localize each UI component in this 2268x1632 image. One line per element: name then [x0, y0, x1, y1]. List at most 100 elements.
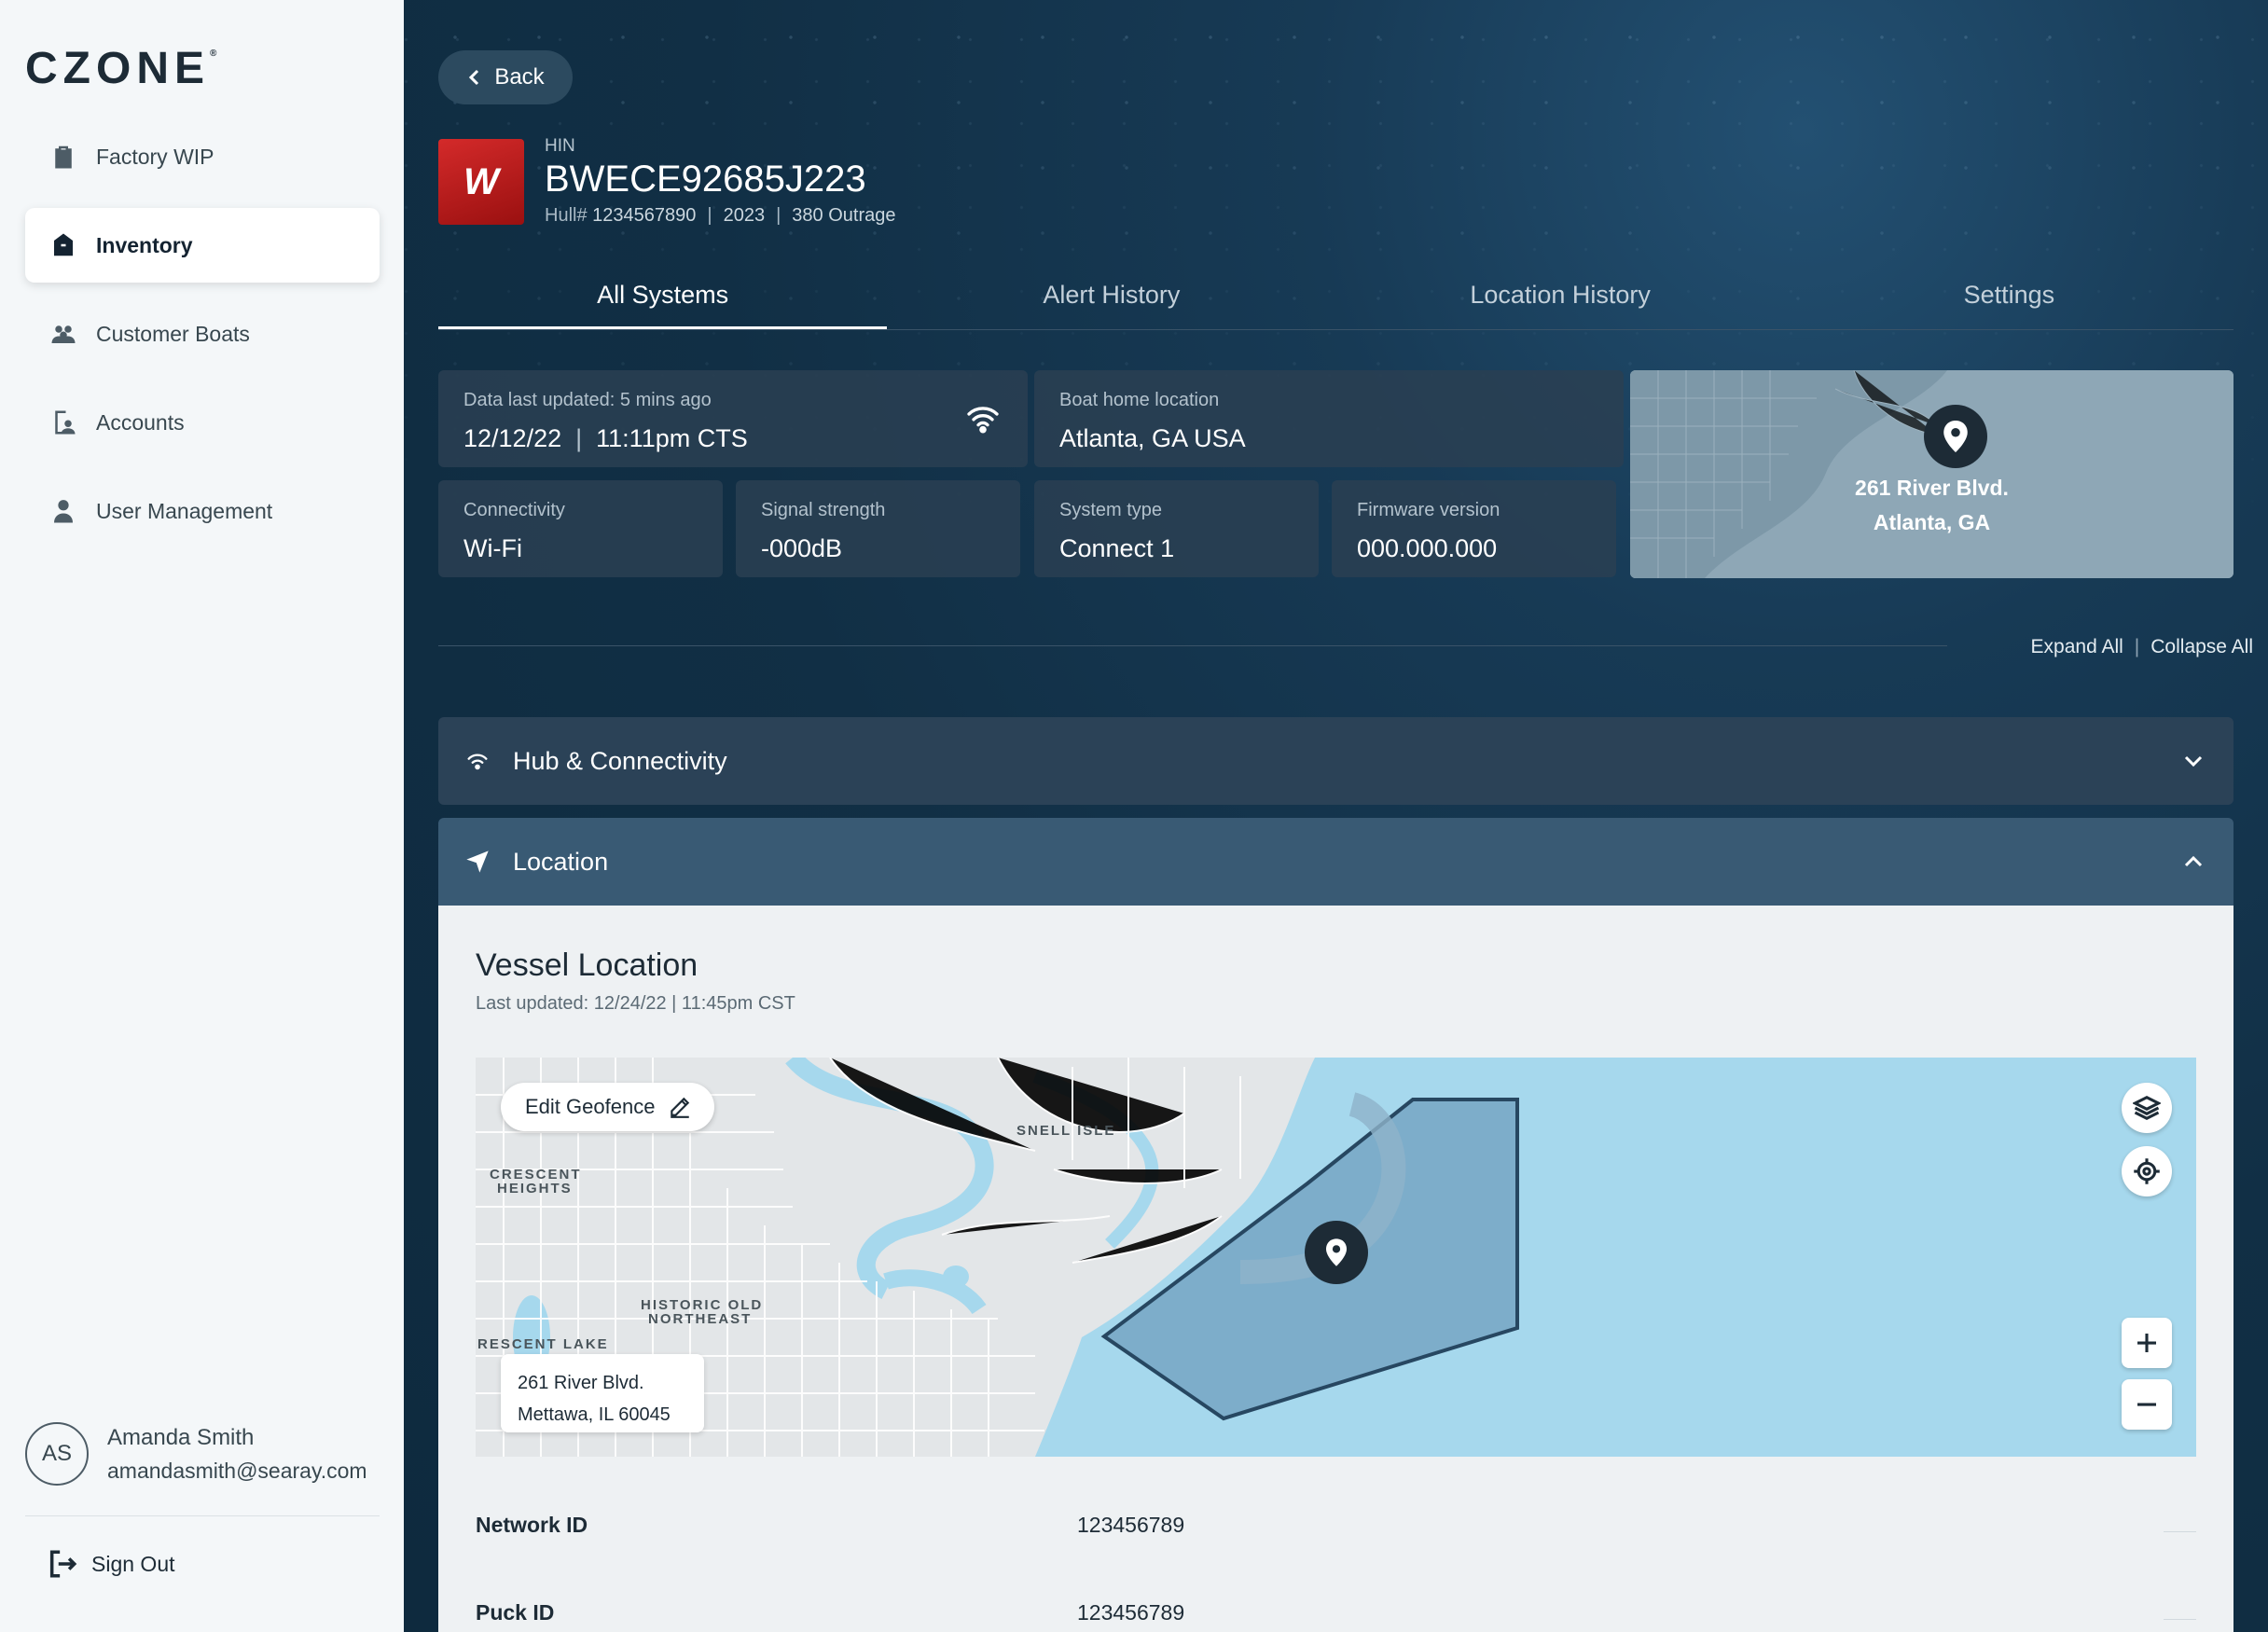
crosshair-icon: [2134, 1158, 2160, 1184]
home-location-label: Boat home location: [1059, 390, 1220, 410]
expand-collapse-controls: Expand All | Collapse All: [2030, 636, 2253, 658]
signal-strength-label: Signal strength: [761, 500, 886, 520]
puck-id-label: Puck ID: [476, 1600, 555, 1625]
users-icon: [51, 325, 76, 343]
sidebar-item-factory-wip[interactable]: Factory WIP: [25, 119, 380, 194]
sidebar-item-label: Inventory: [96, 232, 193, 257]
signal-strength-value: -000dB: [761, 534, 843, 562]
sidebar: CZONE® Factory WIP Inventory Customer Bo…: [0, 0, 404, 1632]
app-logo[interactable]: CZONE®: [25, 43, 216, 94]
edit-geofence-label: Edit Geofence: [525, 1095, 656, 1118]
chevron-up-icon: [2184, 855, 2203, 867]
mini-map-address-line1: 261 River Blvd.: [1855, 476, 2009, 500]
expand-all-link[interactable]: Expand All: [2031, 636, 2123, 658]
tab-location-history[interactable]: Location History: [1336, 270, 1785, 329]
system-type-value: Connect 1: [1059, 534, 1175, 562]
map-layers-button[interactable]: [2122, 1083, 2172, 1133]
location-panel: Vessel Location Last updated: 12/24/22 |…: [438, 906, 2233, 1632]
network-id-value: 123456789: [1077, 1513, 1185, 1537]
connectivity-label: Connectivity: [463, 500, 565, 520]
map-locate-button[interactable]: [2122, 1146, 2172, 1196]
accordion-location[interactable]: Location: [438, 818, 2233, 906]
data-updated-value: 12/12/22 | 11:11pm CTS: [463, 424, 748, 452]
plus-icon: [2137, 1334, 2156, 1352]
data-updated-label: Data last updated: 5 mins ago: [463, 390, 712, 410]
accordion-title: Hub & Connectivity: [513, 746, 727, 775]
boat-model: 380 Outrage: [792, 205, 896, 226]
accordion-hub-connectivity[interactable]: Hub & Connectivity: [438, 717, 2233, 805]
sign-out-label: Sign Out: [91, 1551, 175, 1576]
collapse-all-link[interactable]: Collapse All: [2150, 636, 2253, 658]
boat-meta: Hull# 1234567890 | 2023 | 380 Outrage: [545, 205, 896, 226]
mini-map-graphic: [1630, 370, 2233, 578]
vessel-location-updated: Last updated: 12/24/22 | 11:45pm CST: [476, 993, 795, 1014]
edit-geofence-button[interactable]: Edit Geofence: [501, 1083, 715, 1131]
tab-settings[interactable]: Settings: [1785, 270, 2233, 329]
puck-id-value: 123456789: [1077, 1600, 1185, 1625]
tab-all-systems[interactable]: All Systems: [438, 270, 888, 329]
sidebar-item-label: Factory WIP: [96, 144, 214, 169]
hin-value: BWECE92685J223: [545, 159, 866, 200]
layers-icon: [2133, 1096, 2161, 1120]
hull-value: 1234567890: [592, 205, 697, 226]
user-name: Amanda Smith: [107, 1424, 255, 1450]
sidebar-item-label: User Management: [96, 498, 273, 523]
tab-alert-history[interactable]: Alert History: [887, 270, 1335, 329]
map-pin-icon[interactable]: [1924, 405, 1987, 468]
account-icon: [55, 410, 76, 435]
user-email: amandasmith@searay.com: [107, 1458, 367, 1483]
home-location-card: Boat home location Atlanta, GA USA: [1034, 370, 1624, 467]
sidebar-item-accounts[interactable]: Accounts: [25, 385, 380, 460]
zoom-in-button[interactable]: [2122, 1318, 2172, 1368]
home-location-value: Atlanta, GA USA: [1059, 424, 1246, 452]
sidebar-divider: [25, 1515, 380, 1516]
zoom-out-button[interactable]: [2122, 1379, 2172, 1430]
wifi-icon: [467, 754, 488, 770]
sign-out-button[interactable]: Sign Out: [47, 1548, 175, 1580]
system-type-card: System type Connect 1: [1034, 480, 1319, 577]
mini-map-address-line2: Atlanta, GA: [1873, 510, 1991, 534]
vessel-pin-icon[interactable]: [1305, 1221, 1368, 1284]
navigation-arrow-icon: [466, 851, 489, 873]
row-divider: [2164, 1531, 2196, 1532]
sidebar-item-inventory[interactable]: Inventory: [25, 208, 380, 283]
map-label-crescent-lake: RESCENT LAKE: [477, 1336, 609, 1352]
map-label-snell-isle: SNELL ISLE: [1016, 1123, 1115, 1139]
firmware-version-card: Firmware version 000.000.000: [1332, 480, 1616, 577]
user-profile[interactable]: AS Amanda Smith amandasmith@searay.com: [25, 1422, 367, 1486]
vessel-map[interactable]: SNELL ISLE CRESCENT HEIGHTS HISTORIC OLD…: [476, 1058, 2196, 1457]
mini-map[interactable]: 261 River Blvd. Atlanta, GA: [1630, 370, 2233, 578]
main-content: Back W HIN BWECE92685J223 Hull# 12345678…: [404, 0, 2268, 1632]
back-label: Back: [494, 64, 545, 90]
map-address-line1: 261 River Blvd.: [518, 1373, 644, 1393]
sign-out-icon: [49, 1550, 77, 1578]
hull-label: Hull#: [545, 205, 588, 226]
map-label-crescent-heights-2: HEIGHTS: [497, 1181, 573, 1196]
pencil-icon: [671, 1097, 690, 1118]
avatar: AS: [25, 1422, 89, 1486]
section-divider: [438, 645, 1947, 646]
clipboard-icon: [55, 145, 72, 169]
accordion-title: Location: [513, 847, 609, 876]
bag-icon: [54, 233, 73, 256]
chevron-left-icon: [469, 69, 479, 86]
firmware-version-label: Firmware version: [1357, 500, 1500, 520]
connectivity-card: Connectivity Wi-Fi: [438, 480, 723, 577]
sidebar-item-label: Customer Boats: [96, 321, 250, 346]
network-id-label: Network ID: [476, 1513, 588, 1537]
connectivity-value: Wi-Fi: [463, 534, 522, 562]
chevron-down-icon: [2184, 755, 2203, 768]
map-address-card: 261 River Blvd. Mettawa, IL 60045: [501, 1354, 704, 1432]
wifi-icon: [967, 407, 999, 434]
sidebar-item-label: Accounts: [96, 409, 185, 435]
sidebar-item-user-management[interactable]: User Management: [25, 474, 380, 548]
sidebar-item-customer-boats[interactable]: Customer Boats: [25, 297, 380, 371]
data-updated-card: Data last updated: 5 mins ago 12/12/22 |…: [438, 370, 1028, 467]
back-button[interactable]: Back: [438, 50, 573, 104]
vessel-location-title: Vessel Location: [476, 947, 698, 983]
map-label-historic-2: NORTHEAST: [648, 1311, 752, 1327]
row-divider: [2164, 1619, 2196, 1620]
hin-label: HIN: [545, 136, 575, 156]
person-icon: [54, 500, 73, 523]
signal-strength-card: Signal strength -000dB: [736, 480, 1020, 577]
